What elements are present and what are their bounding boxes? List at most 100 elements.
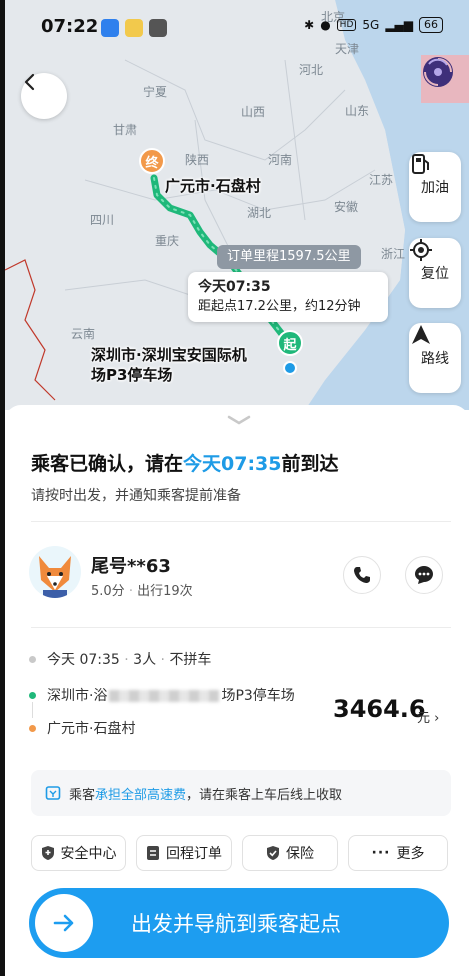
- passenger-stats: 5.0分 · 出行19次: [91, 584, 193, 599]
- toll-notice-text: 乘客承担全部高速费，请在乘客上车后线上收取: [69, 784, 342, 803]
- hd-icon: HD: [336, 19, 357, 31]
- more-label: 更多: [396, 846, 425, 862]
- map-city-label: 安徽: [334, 200, 359, 214]
- trip-price[interactable]: 3464.6: [333, 695, 426, 723]
- redacted-text: [109, 690, 220, 702]
- swirl-icon: [423, 57, 453, 87]
- locate-icon: [410, 239, 432, 261]
- route-connector: [32, 702, 33, 718]
- call-button[interactable]: [343, 556, 381, 594]
- fox-avatar-icon: [39, 556, 71, 598]
- chevron-left-icon: [24, 73, 35, 91]
- map-city-label: 云南: [71, 327, 96, 341]
- map-city-label: 江苏: [369, 173, 394, 187]
- shield-check-icon: [267, 846, 279, 860]
- map-city-label: 重庆: [155, 234, 180, 248]
- map-city-label: 陕西: [185, 153, 210, 167]
- arrow-right-icon: [35, 894, 93, 952]
- toll-notice: 乘客承担全部高速费，请在乘客上车后线上收取: [31, 770, 451, 816]
- destination-marker[interactable]: 终: [139, 148, 165, 174]
- trip-meta: 今天 07:35 · 3人 · 不拼车: [47, 652, 212, 668]
- safety-center-label: 安全中心: [60, 846, 117, 862]
- eta-time: 今天07:35: [198, 279, 271, 295]
- notification-app-icon: [149, 19, 167, 37]
- map-city-label: 四川: [90, 213, 115, 227]
- phone-icon: [354, 567, 370, 583]
- insurance-button[interactable]: 保险: [242, 835, 338, 871]
- status-bar: 07:22 ✱ ● HD 5G ▂▄▆ 66: [5, 0, 469, 50]
- notification-app-icon: [125, 19, 143, 37]
- origin-marker[interactable]: 起: [277, 330, 303, 356]
- order-status-subtitle: 请按时出发，并通知乘客提前准备: [31, 488, 241, 504]
- trip-time: 今天 07:35: [47, 652, 120, 668]
- destination-dot: [29, 725, 36, 732]
- time-dot: [29, 656, 36, 663]
- origin-prefix: 深圳市·浴: [47, 688, 108, 704]
- chat-bubble-icon: [415, 566, 433, 584]
- notice-highlight: 承担全部高速费: [95, 787, 187, 803]
- floating-app-logo[interactable]: [421, 55, 469, 103]
- map-city-label: 山西: [241, 105, 266, 119]
- map-city-label: 甘肃: [113, 123, 138, 137]
- more-dots-icon: ···: [371, 845, 391, 861]
- trip-price-unit[interactable]: 元 ›: [417, 707, 439, 726]
- navigation-arrow-icon: [412, 325, 430, 344]
- order-mileage-tag: 订单里程1597.5公里: [217, 245, 361, 269]
- chevron-right-icon: ›: [434, 711, 440, 726]
- route-label: 路线: [421, 351, 449, 367]
- route-button[interactable]: 路线: [409, 323, 461, 393]
- order-sheet: 乘客已确认，请在今天07:35前到达 请按时出发，并通知乘客提前准备 尾号**6…: [5, 405, 469, 976]
- safety-center-button[interactable]: 安全中心: [31, 835, 126, 871]
- title-time: 今天07:35: [183, 453, 282, 475]
- eta-detail: 距起点17.2公里，约12分钟: [198, 299, 361, 314]
- fuel-button[interactable]: 加油: [409, 152, 461, 222]
- more-button[interactable]: ··· 更多: [348, 835, 448, 871]
- origin-suffix: 场P3停车场: [221, 688, 295, 704]
- insurance-label: 保险: [286, 846, 314, 862]
- start-navigation-button[interactable]: 出发并导航到乘客起点: [29, 888, 449, 958]
- title-prefix: 乘客已确认，请在: [31, 453, 184, 475]
- origin-dot: [29, 692, 36, 699]
- origin-label: 深圳市·深圳宝安国际机 场P3停车场: [91, 345, 247, 385]
- return-order-label: 回程订单: [166, 846, 222, 862]
- map-city-label: 山东: [345, 104, 370, 118]
- origin-label-line2: 场P3停车场: [91, 366, 173, 384]
- title-suffix: 前到达: [281, 453, 339, 475]
- notice-prefix: 乘客: [69, 787, 96, 803]
- sheet-handle-icon[interactable]: [227, 415, 251, 425]
- route-map[interactable]: 北京 天津 宁夏 山西 河北 甘肃 山东 陕西 河南 江苏 四川 湖北 安徽 重…: [5, 0, 469, 410]
- destination-label: 广元市·石盘村: [165, 177, 261, 195]
- passenger-trips: 出行19次: [137, 584, 193, 599]
- passenger-name: 尾号**63: [91, 556, 171, 577]
- trip-destination: 广元市·石盘村: [47, 721, 136, 737]
- bluetooth-icon: ✱: [304, 18, 315, 32]
- toll-receipt-icon: [45, 786, 61, 800]
- trip-seats: 3人: [133, 652, 157, 668]
- notice-suffix: ，请在乘客上车后线上收取: [186, 787, 343, 803]
- map-city-label: 河北: [299, 63, 324, 77]
- fuel-pump-icon: [412, 154, 429, 174]
- passenger-rating: 5.0分: [91, 584, 125, 599]
- notification-app-icon: [101, 19, 119, 37]
- recenter-label: 复位: [421, 266, 449, 282]
- battery-level: 66: [419, 17, 443, 33]
- map-city-label: 宁夏: [143, 85, 168, 99]
- start-navigation-label: 出发并导航到乘客起点: [131, 912, 341, 936]
- shield-icon: [41, 846, 54, 860]
- divider: [31, 521, 451, 522]
- origin-label-line1: 深圳市·深圳宝安国际机: [91, 346, 247, 364]
- status-time: 07:22: [41, 16, 99, 37]
- price-unit-label: 元: [417, 711, 431, 726]
- eta-bubble: 今天07:35 距起点17.2公里，约12分钟: [188, 272, 388, 322]
- recenter-button[interactable]: 复位: [409, 238, 461, 308]
- document-icon: [147, 846, 159, 860]
- back-button[interactable]: [21, 73, 67, 119]
- return-order-button[interactable]: 回程订单: [136, 835, 232, 871]
- trip-origin: 深圳市·浴 场P3停车场: [47, 685, 295, 705]
- message-button[interactable]: [405, 556, 443, 594]
- passenger-avatar[interactable]: [29, 546, 81, 598]
- network-type: 5G: [362, 18, 380, 32]
- fuel-label: 加油: [421, 180, 449, 196]
- order-status-title: 乘客已确认，请在今天07:35前到达: [31, 449, 339, 476]
- location-icon: ●: [320, 18, 331, 32]
